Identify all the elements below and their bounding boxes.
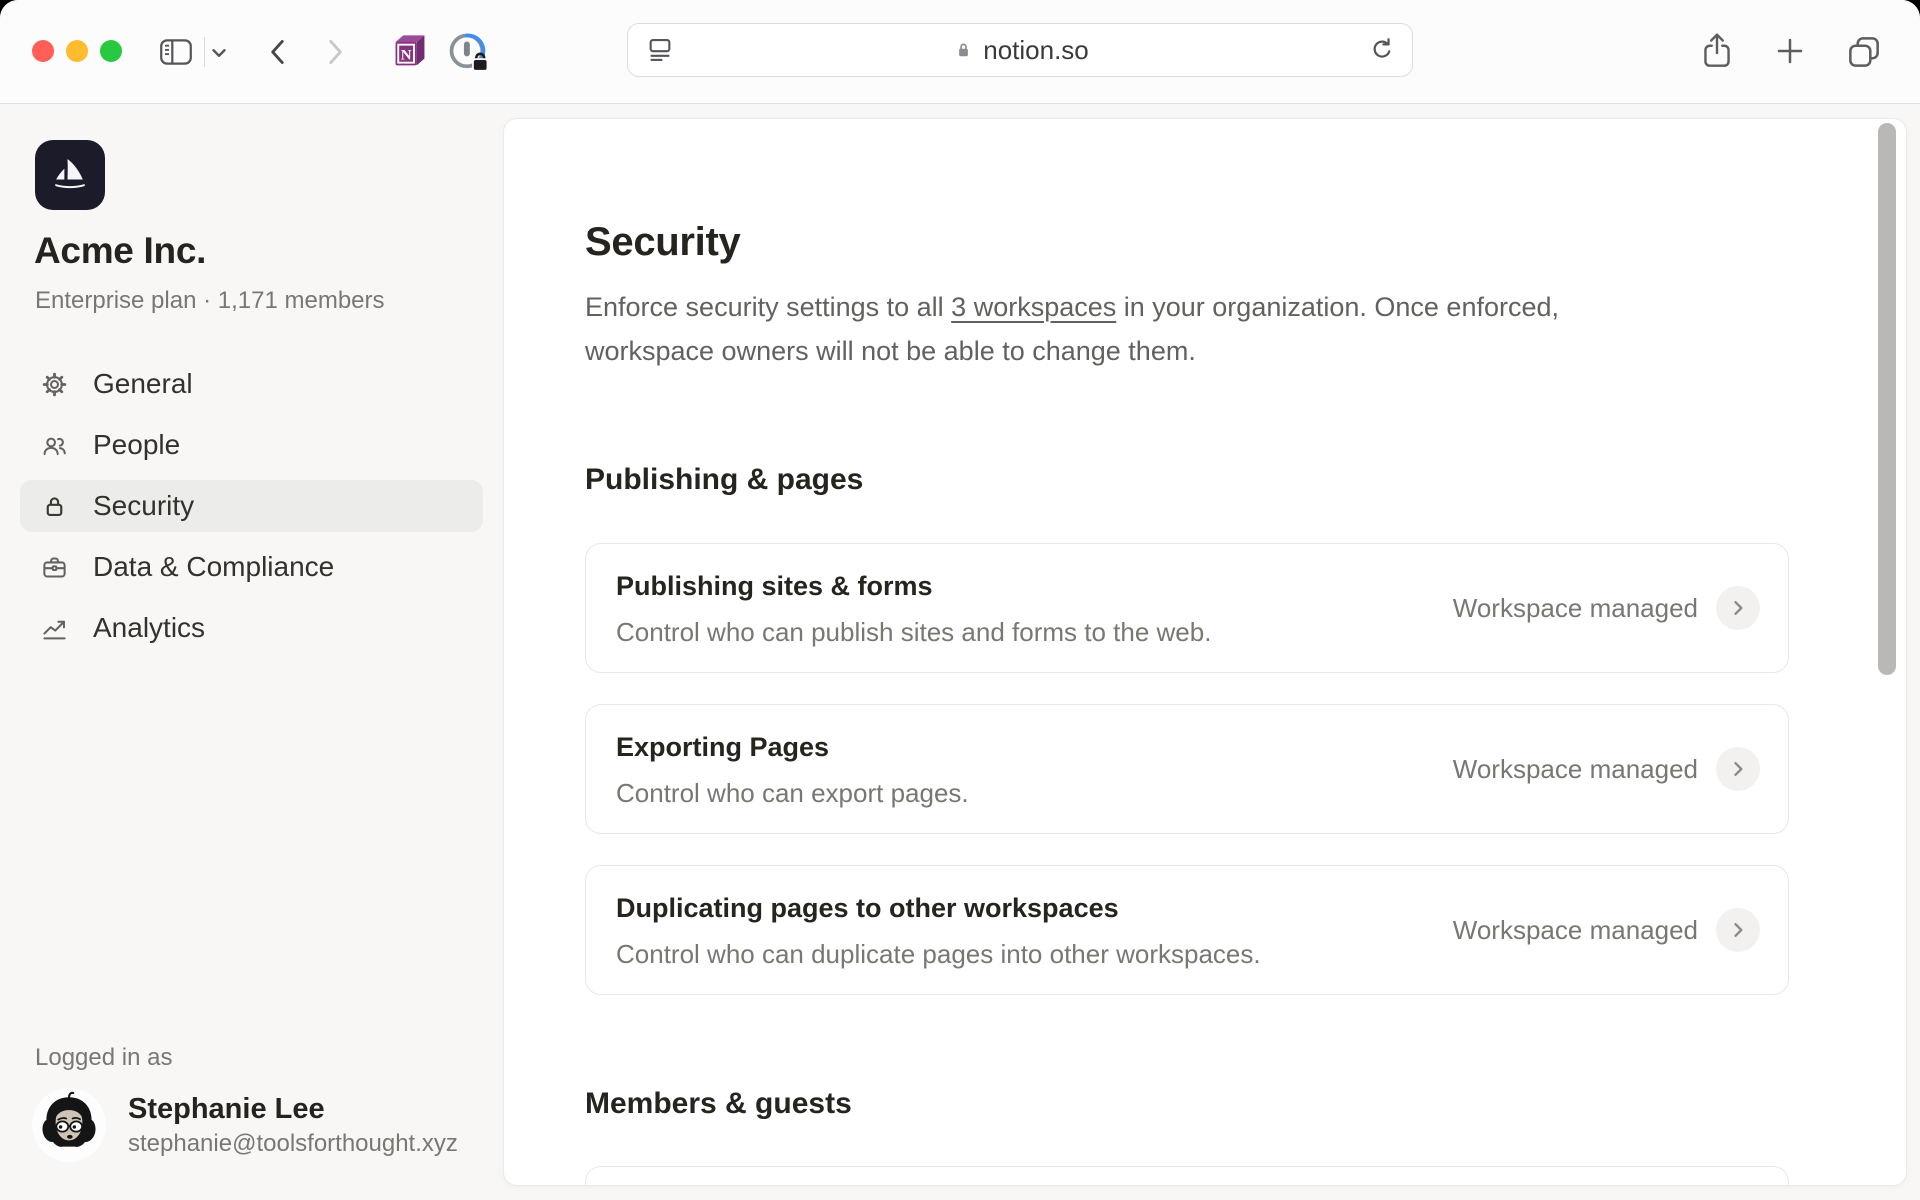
toolbar-divider xyxy=(204,37,205,67)
avatar xyxy=(32,1088,106,1162)
address-bar[interactable]: notion.so xyxy=(627,23,1413,77)
sidebar-item-label: Security xyxy=(93,490,194,522)
workspace-logo xyxy=(35,140,105,210)
setting-card-duplicating-pages[interactable]: Duplicating pages to other workspaces Co… xyxy=(585,865,1789,995)
logged-in-as-label: Logged in as xyxy=(35,1042,172,1074)
card-description: Control who can duplicate pages into oth… xyxy=(616,937,1261,971)
sidebar-item-label: Analytics xyxy=(93,612,205,644)
tabs-overview-icon[interactable] xyxy=(1843,31,1885,73)
sidebar-toggle-icon[interactable] xyxy=(157,33,195,71)
reload-icon[interactable] xyxy=(1368,36,1396,64)
section-heading-publishing: Publishing & pages xyxy=(585,459,863,501)
sidebar-nav: General People xyxy=(20,358,483,654)
sidebar: Acme Inc. Enterprise plan · 1,171 member… xyxy=(0,104,503,1200)
chevron-right-icon[interactable] xyxy=(1716,586,1760,630)
sidebar-item-general[interactable]: General xyxy=(20,358,483,410)
workspace-meta: Enterprise plan · 1,171 members xyxy=(35,284,385,318)
lock-icon xyxy=(953,40,974,61)
new-tab-icon[interactable] xyxy=(1772,33,1808,69)
workspace-name: Acme Inc. xyxy=(34,226,206,276)
notion-extension-icon[interactable]: N xyxy=(390,32,430,72)
chevron-right-icon[interactable] xyxy=(1716,747,1760,791)
card-title: Duplicating pages to other workspaces xyxy=(616,890,1261,926)
chevron-down-icon[interactable] xyxy=(208,42,230,64)
card-title: Publishing sites & forms xyxy=(616,568,1211,604)
onepassword-extension-icon[interactable] xyxy=(446,30,490,74)
status-label: Workspace managed xyxy=(1453,754,1698,785)
workspaces-link[interactable]: 3 workspaces xyxy=(951,292,1116,322)
back-icon[interactable] xyxy=(260,34,296,70)
close-window-button[interactable] xyxy=(32,40,54,62)
zoom-window-button[interactable] xyxy=(100,40,122,62)
card-description: Control who can export pages. xyxy=(616,776,969,810)
notion-admin-page: Acme Inc. Enterprise plan · 1,171 member… xyxy=(0,104,1920,1200)
sidebar-item-analytics[interactable]: Analytics xyxy=(20,602,483,654)
lock-icon xyxy=(41,493,68,520)
page-description: Enforce security settings to all 3 works… xyxy=(585,285,1585,373)
safari-window: N xyxy=(0,0,1920,1200)
sidebar-item-people[interactable]: People xyxy=(20,419,483,471)
description-text: Enforce security settings to all xyxy=(585,292,951,322)
gear-icon xyxy=(41,371,68,398)
sailboat-icon xyxy=(47,152,93,198)
sidebar-item-label: People xyxy=(93,429,180,461)
user-email: stephanie@toolsforthought.xyz xyxy=(128,1128,458,1159)
user-row: Stephanie Lee stephanie@toolsforthought.… xyxy=(32,1088,458,1162)
sidebar-item-security[interactable]: Security xyxy=(20,480,483,532)
browser-toolbar: N xyxy=(0,0,1920,104)
url-display: notion.so xyxy=(674,35,1368,66)
sidebar-item-data-compliance[interactable]: Data & Compliance xyxy=(20,541,483,593)
section-heading-members: Members & guests xyxy=(585,1083,852,1125)
user-name: Stephanie Lee xyxy=(128,1091,458,1128)
page-title: Security xyxy=(585,215,740,269)
status-label: Workspace managed xyxy=(1453,915,1698,946)
minimize-window-button[interactable] xyxy=(66,40,88,62)
status-label: Workspace managed xyxy=(1453,593,1698,624)
security-settings-panel: Security Enforce security settings to al… xyxy=(503,118,1907,1186)
chevron-right-icon[interactable] xyxy=(1716,908,1760,952)
sidebar-item-label: Data & Compliance xyxy=(93,551,334,583)
reader-view-icon[interactable] xyxy=(646,36,674,64)
card-title: Exporting Pages xyxy=(616,729,969,765)
trend-chart-icon xyxy=(41,615,68,642)
forward-icon[interactable] xyxy=(317,34,353,70)
share-icon[interactable] xyxy=(1696,30,1738,72)
card-description: Control who can publish sites and forms … xyxy=(616,615,1211,649)
svg-text:N: N xyxy=(401,47,412,63)
sidebar-item-label: General xyxy=(93,368,193,400)
traffic-lights xyxy=(32,40,122,62)
people-icon xyxy=(41,432,68,459)
setting-card-exporting-pages[interactable]: Exporting Pages Control who can export p… xyxy=(585,704,1789,834)
briefcase-icon xyxy=(41,554,68,581)
scrollbar-thumb[interactable] xyxy=(1878,123,1896,675)
setting-card-publishing-sites[interactable]: Publishing sites & forms Control who can… xyxy=(585,543,1789,673)
url-text: notion.so xyxy=(983,35,1089,66)
setting-card-partial[interactable] xyxy=(585,1166,1789,1186)
